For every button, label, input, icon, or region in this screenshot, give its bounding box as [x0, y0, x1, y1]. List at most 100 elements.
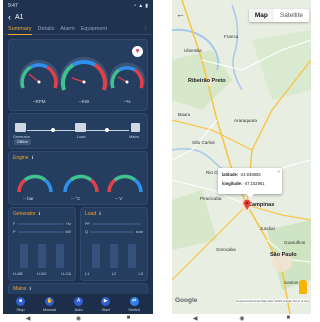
google-logo: Google	[175, 297, 198, 304]
power-bar	[17, 231, 64, 233]
system-nav-bar-right: ◀ ◉ ■	[172, 314, 311, 322]
city-label: Guarulhos	[284, 240, 306, 245]
back-arrow-icon[interactable]: ←	[176, 9, 185, 19]
load-info-icon[interactable]: ℹ	[99, 211, 101, 217]
city-label: São Paulo	[270, 252, 297, 258]
manual-icon: ✋	[45, 296, 55, 306]
map-type-map[interactable]: Map	[248, 9, 274, 22]
engine-gauges	[17, 174, 143, 193]
power-flow: Generator Load Mains	[13, 121, 143, 139]
phase-bar	[128, 244, 136, 268]
flow-dot	[105, 128, 109, 132]
city-label: Piracicaba	[200, 196, 222, 201]
pegman-icon[interactable]	[299, 280, 307, 294]
latitude-row: latitude: -22.938855	[222, 172, 261, 177]
home-nav-icon[interactable]: ◉	[76, 315, 81, 322]
percent-label: --%	[123, 99, 131, 104]
load-reactive-row: Q kvar	[85, 230, 143, 234]
recents-nav-icon[interactable]: ■	[286, 315, 290, 321]
city-label: São Carlos	[192, 140, 215, 145]
status-icons: ◔ ▲ ▮	[133, 3, 148, 9]
signal-icon: ▲	[138, 2, 144, 9]
city-label: Sorocaba	[216, 247, 236, 252]
oil-pressure-label: -- bar	[23, 196, 34, 201]
tab-details[interactable]: Details	[38, 26, 55, 32]
phase-bar	[110, 244, 118, 268]
recents-nav-icon[interactable]: ■	[127, 315, 131, 321]
generator-header: Generator ℹ	[9, 208, 75, 217]
stop-button[interactable]: ■ Stop	[16, 296, 25, 312]
home-nav-icon[interactable]: ◉	[239, 315, 244, 322]
flow-dot	[51, 128, 55, 132]
app-header: ‹ A1	[3, 11, 153, 24]
map-type-toggle: Map Satellite	[248, 9, 309, 22]
battery-voltage-gauge	[107, 174, 143, 193]
mains-header: Mains ℹ	[9, 284, 147, 292]
location-pin-icon[interactable]	[243, 199, 251, 210]
city-label: Franca	[224, 34, 239, 39]
kw-label: --KW	[78, 99, 90, 104]
latitude-value: -22.938855	[239, 172, 261, 177]
coolant-temp-label: -- °C	[71, 196, 81, 201]
load-title: Load	[85, 211, 97, 217]
mains-tower-icon	[131, 123, 140, 132]
start-button[interactable]: ▶ Start	[101, 296, 111, 312]
main-gauges-card: --RPM --KW --% ♥	[8, 39, 148, 111]
manual-button[interactable]: ✋ Manual	[43, 296, 56, 312]
back-nav-icon[interactable]: ◀	[193, 315, 198, 322]
city-label: Santos	[284, 280, 299, 285]
generator-card: Generator ℹ F Hz P kW U-AB U-BC U-CA	[8, 207, 76, 281]
city-label: Bauru	[178, 112, 191, 117]
phase-bar	[20, 244, 28, 268]
status-time: 9:47	[8, 2, 18, 9]
generator-app-screen: 9:47 ◔ ▲ ▮ ‹ A1 Summary Details Alarm Eq…	[3, 0, 153, 314]
back-nav-icon[interactable]: ◀	[26, 315, 31, 322]
tab-summary[interactable]: Summary	[8, 26, 32, 35]
favorite-heart-icon[interactable]: ♥	[132, 46, 143, 57]
generator-title: Generator	[13, 211, 36, 217]
system-nav-bar-left: ◀ ◉ ■	[3, 314, 153, 322]
tab-alarm[interactable]: Alarm	[60, 26, 74, 32]
map-type-satellite[interactable]: Satellite	[274, 9, 309, 22]
status-bar: 9:47 ◔ ▲ ▮	[3, 0, 153, 11]
back-arrow-icon[interactable]: ‹	[8, 13, 11, 22]
load-header: Load ℹ	[81, 208, 147, 217]
engine-card: Engine ℹ -- bar -- °C -- V	[8, 151, 148, 205]
reactive-bar	[89, 231, 134, 233]
auto-button[interactable]: A Auto	[74, 296, 84, 312]
mains-title: Mains	[13, 286, 27, 292]
tab-bar: Summary Details Alarm Equipment ⋮	[3, 24, 153, 35]
mains-label: Mains	[129, 135, 140, 139]
generator-info-icon[interactable]: ℹ	[39, 211, 41, 217]
percent-gauge	[109, 62, 145, 89]
generator-phase-labels: U-AB U-BC U-CA	[13, 271, 71, 276]
load-phase-labels: L1 L2 L3	[85, 271, 143, 276]
map-screen: ← Map Satellite Uberaba Franca Ribeirão …	[172, 0, 311, 314]
engine-info-icon[interactable]: ℹ	[32, 155, 34, 161]
generator-phase-bars	[15, 242, 69, 268]
city-label: Ribeirão Preto	[188, 78, 226, 84]
start-icon: ▶	[101, 296, 111, 306]
close-icon[interactable]: ×	[277, 169, 280, 174]
engine-header: Engine ℹ	[9, 152, 147, 161]
screenshot-page: 9:47 ◔ ▲ ▮ ‹ A1 Summary Details Alarm Eq…	[0, 0, 311, 322]
generator-frequency-row: F Hz	[13, 222, 71, 226]
more-icon[interactable]: ⋮	[143, 26, 149, 32]
battery-icon: ▮	[145, 2, 148, 9]
tab-equipment[interactable]: Equipment	[81, 26, 107, 32]
load-icon	[75, 123, 86, 132]
status-badge: Offline	[14, 139, 31, 145]
map-attribution: Keyboard shortcuts Map data ©2023 Google…	[236, 299, 309, 303]
phase-bar	[38, 244, 46, 268]
pf-bar	[91, 223, 141, 225]
kw-gauge	[60, 56, 108, 91]
switch-button[interactable]: ⇄ Switch	[128, 296, 140, 312]
load-phase-bars	[87, 242, 141, 268]
rpm-gauge	[19, 60, 59, 89]
longitude-row: longitude: -47.152961	[222, 181, 265, 186]
generator-icon	[15, 123, 26, 132]
stop-icon: ■	[16, 296, 25, 306]
frequency-bar	[17, 223, 65, 225]
mains-info-icon[interactable]: ℹ	[29, 286, 31, 292]
engine-title: Engine	[13, 155, 29, 161]
